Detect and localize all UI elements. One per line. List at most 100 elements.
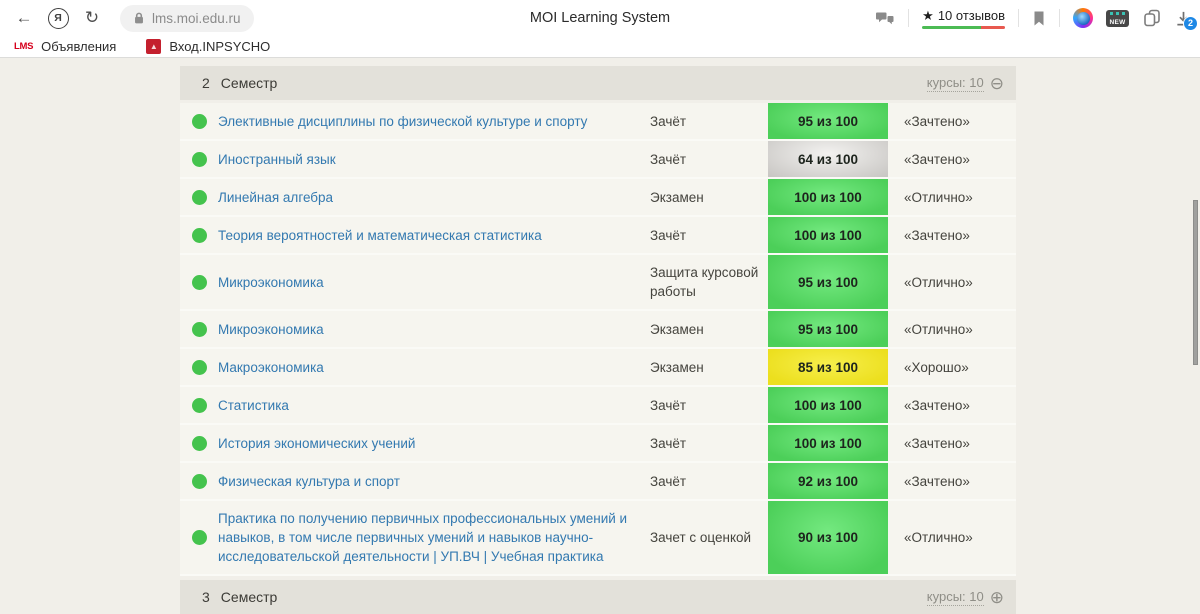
collections-button[interactable]	[1142, 8, 1162, 28]
status-dot-icon	[192, 114, 207, 129]
score-badge: 95 из 100	[768, 311, 888, 347]
course-link[interactable]: Иностранный язык	[218, 150, 336, 169]
course-link[interactable]: Статистика	[218, 396, 289, 415]
status-cell	[180, 217, 218, 253]
course-link[interactable]: Теория вероятностей и математическая ста…	[218, 226, 542, 245]
bookmark-item-inpsycho[interactable]: ▲ Вход.INPSYCHO	[146, 39, 270, 54]
status-cell	[180, 349, 218, 385]
score-badge: 90 из 100	[768, 501, 888, 574]
status-dot-icon	[192, 474, 207, 489]
course-link[interactable]: Макроэкономика	[218, 358, 324, 377]
assessment-type: Зачёт	[650, 463, 768, 499]
course-cell: Микроэкономика	[218, 255, 650, 309]
expand-icon[interactable]: ⊕	[990, 589, 1004, 606]
lock-icon	[133, 11, 145, 25]
score-badge: 95 из 100	[768, 255, 888, 309]
refresh-icon: ↻	[85, 8, 99, 28]
toolbar-divider	[1059, 9, 1060, 27]
assessment-type: Зачёт	[650, 141, 768, 177]
courses-count-link[interactable]: курсы: 10	[927, 589, 984, 606]
reviews-label: 10 отзывов	[938, 8, 1005, 23]
score-badge: 100 из 100	[768, 425, 888, 461]
course-cell: Статистика	[218, 387, 650, 423]
bookmark-item-announcements[interactable]: LMS Объявления	[14, 39, 116, 54]
reviews-widget[interactable]: ★ 10 отзывов	[922, 8, 1005, 29]
status-dot-icon	[192, 322, 207, 337]
course-link[interactable]: Линейная алгебра	[218, 188, 333, 207]
score-badge: 85 из 100	[768, 349, 888, 385]
course-table-body: Элективные дисциплины по физической куль…	[180, 103, 1016, 576]
course-cell: Линейная алгебра	[218, 179, 650, 215]
table-row: Линейная алгебра Экзамен 100 из 100 «Отл…	[180, 179, 1016, 217]
scrollbar-thumb[interactable]	[1193, 200, 1198, 365]
status-cell	[180, 141, 218, 177]
course-link[interactable]: Физическая культура и спорт	[218, 472, 400, 491]
grades-panel: 2 Семестр курсы: 10 ⊖ Элективные дисципл…	[180, 59, 1016, 614]
course-cell: Теория вероятностей и математическая ста…	[218, 217, 650, 253]
yandex-home-button[interactable]: Я	[44, 4, 72, 32]
grade-text: «Отлично»	[888, 179, 1016, 215]
table-row: Элективные дисциплины по физической куль…	[180, 103, 1016, 141]
table-row: Статистика Зачёт 100 из 100 «Зачтено»	[180, 387, 1016, 425]
page-content: 2 Семестр курсы: 10 ⊖ Элективные дисципл…	[0, 59, 1200, 609]
yandex-logo-icon: Я	[48, 8, 69, 29]
semester-label: Семестр	[221, 589, 278, 605]
back-icon: ←	[16, 8, 33, 28]
new-widget-button[interactable]: NEW	[1106, 10, 1129, 27]
grade-text: «Отлично»	[888, 311, 1016, 347]
course-cell: Макроэкономика	[218, 349, 650, 385]
assessment-type: Экзамен	[650, 349, 768, 385]
assessment-type: Зачёт	[650, 425, 768, 461]
score-badge: 92 из 100	[768, 463, 888, 499]
status-dot-icon	[192, 275, 207, 290]
collapse-icon[interactable]: ⊖	[990, 75, 1004, 92]
grade-text: «Зачтено»	[888, 103, 1016, 139]
status-dot-icon	[192, 228, 207, 243]
new-badge: NEW	[1109, 19, 1125, 27]
course-link[interactable]: Микроэкономика	[218, 273, 324, 292]
bookmark-button[interactable]	[1032, 10, 1046, 27]
assessment-type: Экзамен	[650, 311, 768, 347]
course-cell: Микроэкономика	[218, 311, 650, 347]
course-link[interactable]: Микроэкономика	[218, 320, 324, 339]
status-cell	[180, 387, 218, 423]
bookmark-label: Объявления	[41, 39, 116, 54]
assessment-type: Зачёт	[650, 387, 768, 423]
course-link[interactable]: Элективные дисциплины по физической куль…	[218, 112, 587, 131]
table-row: Микроэкономика Экзамен 95 из 100 «Отличн…	[180, 311, 1016, 349]
course-link[interactable]: История экономических учений	[218, 434, 415, 453]
status-dot-icon	[192, 152, 207, 167]
refresh-button[interactable]: ↻	[78, 4, 106, 32]
course-link[interactable]: Практика по получению первичных професси…	[218, 509, 638, 566]
rating-bar	[922, 26, 1005, 29]
back-button[interactable]: ←	[10, 4, 38, 32]
semester-2-header[interactable]: 2 Семестр курсы: 10 ⊖	[180, 66, 1016, 100]
new-widget-icon: NEW	[1106, 10, 1129, 27]
course-cell: Элективные дисциплины по физической куль…	[218, 103, 650, 139]
status-cell	[180, 311, 218, 347]
status-cell	[180, 255, 218, 309]
bookmark-label: Вход.INPSYCHO	[169, 39, 270, 54]
score-badge: 100 из 100	[768, 179, 888, 215]
star-icon: ★	[922, 8, 934, 24]
table-row: Макроэкономика Экзамен 85 из 100 «Хорошо…	[180, 349, 1016, 387]
address-bar[interactable]: lms.moi.edu.ru	[120, 5, 254, 32]
toolbar-right: ★ 10 отзывов NEW	[875, 8, 1200, 29]
status-cell	[180, 463, 218, 499]
downloads-button[interactable]: 2	[1175, 10, 1192, 27]
chat-button[interactable]	[875, 10, 895, 27]
semester-number: 2	[202, 75, 210, 91]
status-dot-icon	[192, 398, 207, 413]
bookmarks-bar: LMS Объявления ▲ Вход.INPSYCHO	[0, 36, 1200, 58]
extension-button[interactable]	[1073, 8, 1093, 28]
rating-positive-segment	[922, 26, 980, 29]
courses-count-link[interactable]: курсы: 10	[927, 75, 984, 92]
toolbar-divider	[1018, 9, 1019, 27]
grade-text: «Зачтено»	[888, 141, 1016, 177]
score-badge: 100 из 100	[768, 387, 888, 423]
score-badge: 100 из 100	[768, 217, 888, 253]
course-cell: Иностранный язык	[218, 141, 650, 177]
course-cell: Практика по получению первичных професси…	[218, 501, 650, 574]
grade-text: «Зачтено»	[888, 217, 1016, 253]
rating-negative-segment	[981, 26, 1005, 29]
